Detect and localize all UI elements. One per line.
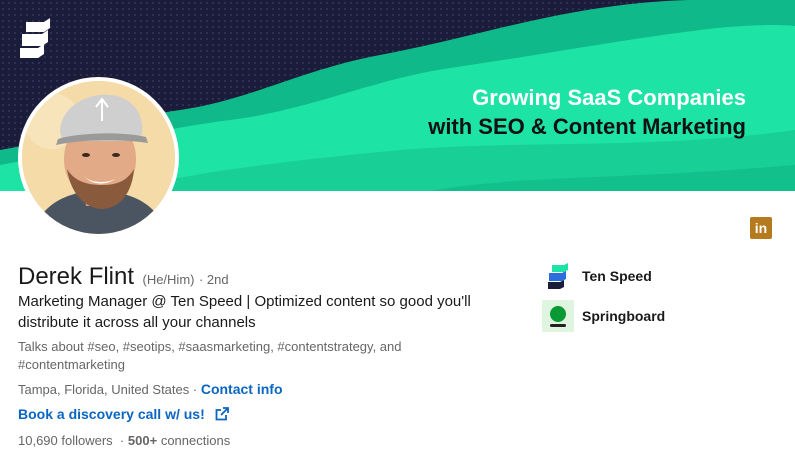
external-link-icon: [215, 407, 229, 421]
organizations-list: Ten Speed Springboard: [542, 260, 665, 340]
ten-speed-logo: [542, 260, 574, 292]
springboard-logo: [542, 300, 574, 332]
name-row: Derek Flint (He/Him) · 2nd: [18, 263, 229, 291]
org-springboard[interactable]: Springboard: [542, 300, 665, 332]
location-row: Tampa, Florida, United States · Contact …: [18, 381, 283, 397]
org-ten-speed[interactable]: Ten Speed: [542, 260, 665, 292]
connection-degree: · 2nd: [198, 272, 229, 287]
linkedin-icon[interactable]: in: [750, 217, 772, 239]
connections-count[interactable]: 500+: [128, 433, 157, 448]
profile-stats: 10,690 followers · 500+ connections: [18, 433, 230, 448]
profile-name: Derek Flint: [18, 263, 135, 290]
followers-label: followers: [61, 433, 113, 448]
location-separator: ·: [192, 382, 198, 397]
profile-avatar[interactable]: [18, 77, 179, 238]
profile-location: Tampa, Florida, United States: [18, 382, 190, 397]
discovery-call-link[interactable]: Book a discovery call w/ us!: [18, 406, 229, 422]
contact-info-link[interactable]: Contact info: [201, 381, 283, 397]
talks-about: Talks about #seo, #seotips, #saasmarketi…: [18, 339, 402, 372]
org-name: Springboard: [582, 308, 666, 324]
stats-separator: ·: [119, 433, 125, 448]
profile-pronouns: (He/Him): [142, 272, 195, 287]
profile-headline: Marketing Manager @ Ten Speed | Optimize…: [18, 293, 471, 331]
banner-headline-line2: with SEO & Content Marketing: [428, 114, 746, 139]
brand-logo: [20, 18, 50, 58]
followers-count: 10,690: [18, 433, 58, 448]
banner-headline-line1: Growing SaaS Companies: [472, 85, 746, 110]
discovery-call-label: Book a discovery call w/ us!: [18, 406, 205, 422]
connections-label[interactable]: connections: [161, 433, 230, 448]
org-name: Ten Speed: [582, 268, 652, 284]
